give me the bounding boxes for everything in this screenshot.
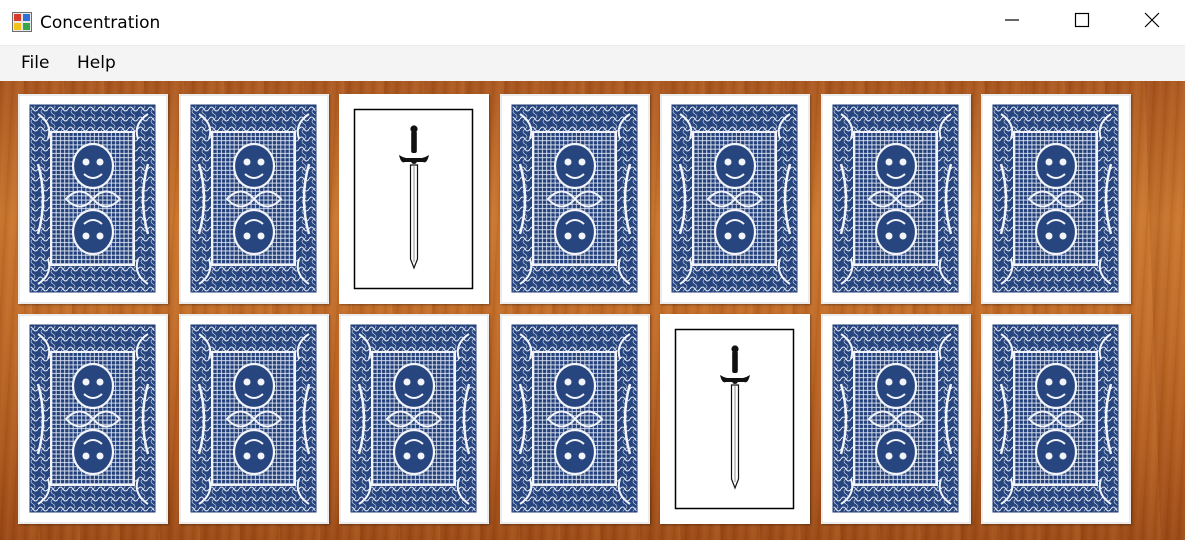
card-face-down[interactable] [499,94,650,304]
card-face-down[interactable] [339,314,489,524]
card-face-up[interactable] [660,314,810,524]
card-back-pattern [18,94,168,304]
card-face-up[interactable] [339,94,489,304]
menu-help[interactable]: Help [77,53,116,73]
game-board [0,81,1185,540]
card-face-down[interactable] [981,314,1131,524]
card-back-pattern [820,314,971,524]
card-face-down[interactable] [820,94,971,304]
card-face-down[interactable] [981,94,1131,304]
card-back-pattern [499,314,650,524]
card-face-down[interactable] [18,94,168,304]
card-back-pattern [981,94,1131,304]
sword-icon [660,314,810,524]
close-icon [1144,12,1160,33]
close-button[interactable] [1117,0,1185,45]
maximize-icon [1074,12,1090,33]
card-back-pattern [499,94,650,304]
card-face-down[interactable] [660,94,810,304]
menu-file[interactable]: File [21,53,49,73]
card-face-down[interactable] [178,94,329,304]
card-back-pattern [178,94,329,304]
window-title: Concentration [40,13,161,33]
sword-icon [339,94,489,304]
card-face-down[interactable] [820,314,971,524]
app-icon[interactable] [12,12,32,32]
menu-bar: File Help [0,45,1185,82]
card-back-pattern [981,314,1131,524]
card-back-pattern [820,94,971,304]
card-back-pattern [339,314,489,524]
minimize-icon [1004,12,1020,33]
maximize-button[interactable] [1047,0,1117,45]
card-back-pattern [660,94,810,304]
minimize-button[interactable] [977,0,1047,45]
card-back-pattern [18,314,168,524]
title-bar: Concentration [0,0,1185,45]
card-back-pattern [178,314,329,524]
card-face-down[interactable] [18,314,168,524]
card-face-down[interactable] [499,314,650,524]
card-face-down[interactable] [178,314,329,524]
